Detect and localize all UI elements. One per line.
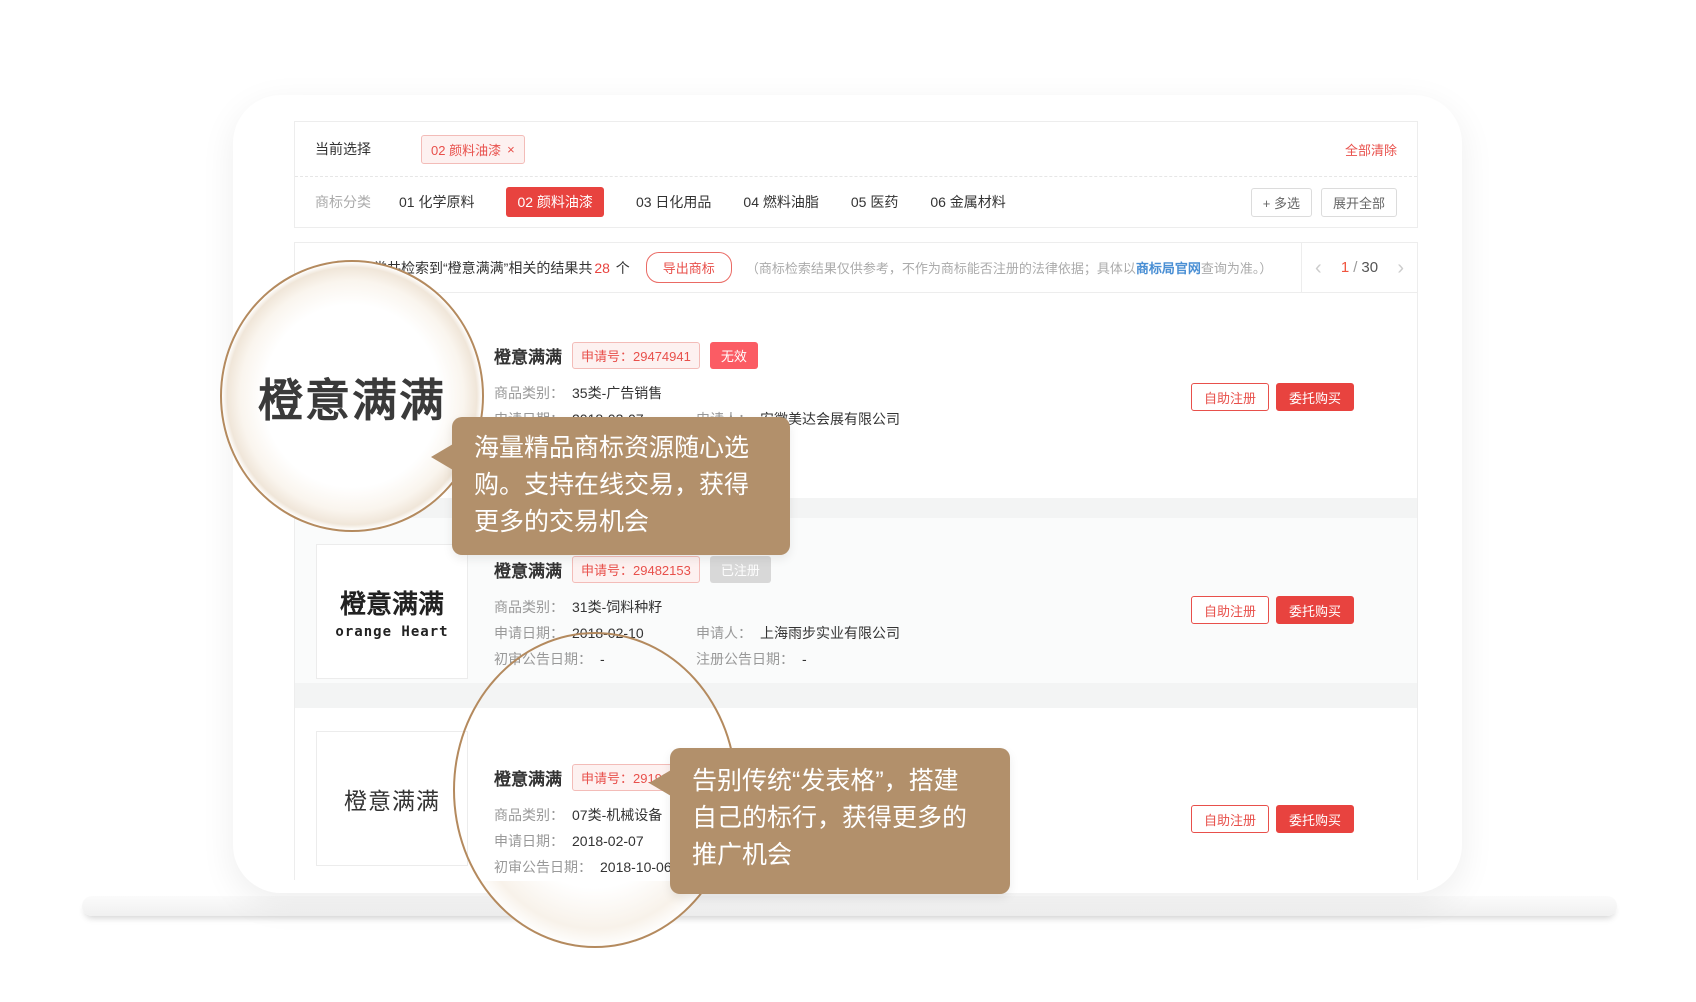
filter-actions: + 多选 展开全部 — [1251, 188, 1397, 217]
category-list: 01 化学原料 02 颜料油漆 03 日化用品 04 燃料油脂 05 医药 06… — [399, 187, 1006, 217]
category-tab-02-selected[interactable]: 02 颜料油漆 — [506, 187, 603, 217]
trademark-name: 橙意满满 — [494, 557, 562, 582]
trademark-image: 橙意满满 orange Heart — [316, 544, 468, 679]
field-value: 35类-广告销售 — [572, 383, 662, 403]
field-label: 商品类别： — [494, 597, 564, 617]
trademark-image-text: 橙意满满 — [344, 782, 440, 816]
application-number-tag: 申请号：29474941 — [572, 342, 700, 369]
page: 当前选择 02 颜料油漆 × 全部清除 商标分类 01 化学原料 02 颜料油漆… — [0, 0, 1696, 1002]
trademark-image-text: 橙意满满 — [340, 584, 444, 621]
callout-line: 购。支持在线交易，获得 — [474, 467, 768, 504]
next-page-icon[interactable]: › — [1397, 258, 1404, 278]
current-page: 1 — [1341, 259, 1349, 276]
trademark-image: 橙意满满 — [316, 731, 468, 866]
entrust-buy-button[interactable]: 委托购买 — [1276, 596, 1354, 624]
results-header: 当前分类共检索到“橙意满满”相关的结果共28 个 导出商标 （商标检索结果仅供参… — [295, 243, 1417, 293]
magnifier-circle-1: 橙意满满 — [220, 260, 484, 532]
page-separator: / — [1349, 259, 1361, 276]
callout-pointer-icon — [649, 770, 671, 796]
results-summary-suffix: 个 — [612, 260, 630, 276]
export-trademarks-button[interactable]: 导出商标 — [646, 252, 732, 283]
field-label: 商品类别： — [494, 383, 564, 403]
multi-select-button[interactable]: + 多选 — [1251, 188, 1312, 217]
category-tab-04[interactable]: 04 燃料油脂 — [743, 192, 818, 212]
callout-line: 自己的标行，获得更多的 — [692, 800, 988, 837]
pagination: ‹ 1/30 › — [1301, 243, 1417, 292]
total-pages: 30 — [1361, 259, 1378, 276]
callout-line: 海量精品商标资源随心选 — [474, 430, 768, 467]
callout-pointer-icon — [431, 444, 453, 470]
trademark-office-link[interactable]: 商标局官网 — [1136, 261, 1201, 276]
category-tab-01[interactable]: 01 化学原料 — [399, 192, 474, 212]
entrust-buy-button[interactable]: 委托购买 — [1276, 805, 1354, 833]
magnified-trademark-text: 橙意满满 — [258, 364, 446, 429]
self-register-button[interactable]: 自助注册 — [1191, 596, 1269, 624]
disclaimer-suffix: 查询为准。） — [1201, 261, 1273, 276]
trademark-image-subtext: orange Heart — [335, 624, 448, 640]
selected-filter-tag-label: 02 颜料油漆 — [431, 140, 501, 159]
category-tab-06[interactable]: 06 金属材料 — [930, 192, 1005, 212]
status-badge: 无效 — [710, 342, 758, 369]
field-value: - — [802, 649, 807, 669]
entrust-buy-button[interactable]: 委托购买 — [1276, 383, 1354, 411]
category-tab-03[interactable]: 03 日化用品 — [636, 192, 711, 212]
field-value: 上海雨步实业有限公司 — [760, 623, 900, 643]
disclaimer-prefix: （商标检索结果仅供参考，不作为商标能否注册的法律依据；具体以 — [746, 261, 1136, 276]
application-number-tag: 申请号：29482153 — [572, 556, 700, 583]
selected-filter-tag[interactable]: 02 颜料油漆 × — [421, 135, 525, 164]
field-label: 注册公告日期： — [696, 649, 794, 669]
callout-promotion: 告别传统“发表格”，搭建 自己的标行，获得更多的 推广机会 — [670, 748, 1010, 894]
status-badge: 已注册 — [710, 556, 771, 583]
category-row: 商标分类 01 化学原料 02 颜料油漆 03 日化用品 04 燃料油脂 05 … — [295, 177, 1417, 227]
field-label: 申请人： — [696, 623, 752, 643]
self-register-button[interactable]: 自助注册 — [1191, 383, 1269, 411]
close-icon[interactable]: × — [507, 143, 515, 156]
callout-line: 推广机会 — [692, 837, 988, 874]
results-count: 28 — [592, 260, 612, 276]
laptop-base — [82, 896, 1617, 916]
trademark-name: 橙意满满 — [494, 343, 562, 368]
row-divider — [295, 683, 1417, 708]
filter-panel: 当前选择 02 颜料油漆 × 全部清除 商标分类 01 化学原料 02 颜料油漆… — [294, 121, 1418, 228]
clear-all-button[interactable]: 全部清除 — [1345, 140, 1397, 159]
disclaimer: （商标检索结果仅供参考，不作为商标能否注册的法律依据；具体以商标局官网查询为准。… — [746, 258, 1273, 277]
callout-marketplace: 海量精品商标资源随心选 购。支持在线交易，获得 更多的交易机会 — [452, 417, 790, 555]
page-indicator: 1/30 — [1341, 259, 1378, 276]
field-value: 31类-饲料种籽 — [572, 597, 662, 617]
expand-all-button[interactable]: 展开全部 — [1321, 188, 1397, 217]
callout-line: 告别传统“发表格”，搭建 — [692, 763, 988, 800]
current-selection-label: 当前选择 — [315, 139, 371, 159]
self-register-button[interactable]: 自助注册 — [1191, 805, 1269, 833]
category-row-label: 商标分类 — [315, 192, 371, 212]
prev-page-icon[interactable]: ‹ — [1315, 258, 1322, 278]
current-selection-row: 当前选择 02 颜料油漆 × 全部清除 — [295, 122, 1417, 177]
category-tab-05[interactable]: 05 医药 — [851, 192, 898, 212]
callout-line: 更多的交易机会 — [474, 504, 768, 541]
